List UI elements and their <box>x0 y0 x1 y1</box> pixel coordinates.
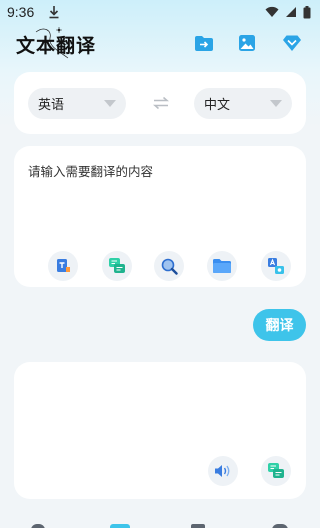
nav-document-icon[interactable] <box>191 524 205 528</box>
chevron-down-icon <box>270 100 282 107</box>
speaker-icon[interactable] <box>208 456 238 486</box>
source-text-input[interactable] <box>28 161 292 241</box>
page-title: 文本翻译 <box>16 35 97 57</box>
chat-dialog-icon[interactable] <box>102 251 132 281</box>
bottom-navigation <box>0 518 320 528</box>
nav-translate-icon[interactable] <box>110 524 130 528</box>
app-header: 文本翻译 <box>0 24 320 64</box>
translate-file-icon[interactable] <box>48 251 78 281</box>
wifi-icon <box>265 6 279 17</box>
nav-home-icon[interactable] <box>31 524 45 528</box>
nav-profile-icon[interactable] <box>272 524 288 528</box>
image-icon[interactable] <box>236 32 258 54</box>
input-card <box>14 146 306 287</box>
swap-languages-icon[interactable] <box>153 96 169 110</box>
status-bar: 9:36 <box>0 0 320 24</box>
battery-icon <box>303 5 311 18</box>
vip-diamond-icon[interactable] <box>281 32 303 54</box>
target-language-select[interactable]: 中文 <box>194 88 292 119</box>
translate-button[interactable]: 翻译 <box>253 309 306 341</box>
chevron-down-icon <box>104 100 116 107</box>
download-icon <box>49 6 59 19</box>
source-language-label: 英语 <box>38 98 65 113</box>
folder-export-icon[interactable] <box>193 32 215 54</box>
search-icon[interactable] <box>154 251 184 281</box>
folder-icon[interactable] <box>207 251 237 281</box>
source-language-select[interactable]: 英语 <box>28 88 126 119</box>
target-language-label: 中文 <box>204 98 231 113</box>
status-time: 9:36 <box>7 4 35 20</box>
chat-dialog-icon[interactable] <box>261 456 291 486</box>
language-selector-card: 英语 中文 <box>14 72 306 134</box>
output-card <box>14 362 306 499</box>
image-translate-icon[interactable] <box>261 251 291 281</box>
signal-icon <box>286 7 296 17</box>
